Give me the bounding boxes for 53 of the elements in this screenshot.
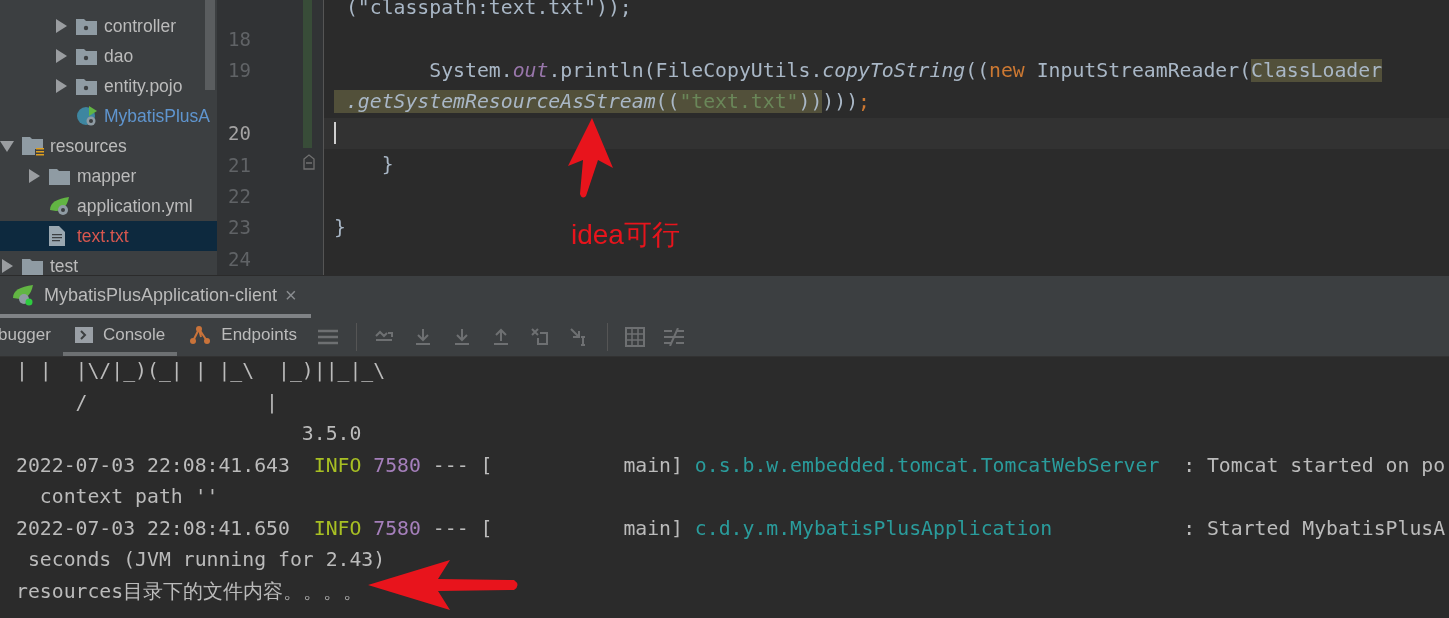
console-tab[interactable]: Endpoints <box>177 318 309 356</box>
package-folder-icon <box>76 17 97 35</box>
line-number: 20 <box>228 122 251 145</box>
console-icon <box>74 327 93 343</box>
resources-folder-icon <box>22 136 44 156</box>
tree-item[interactable]: dao <box>0 41 217 71</box>
close-button[interactable]: × <box>285 283 297 307</box>
tree-item-label: dao <box>104 45 134 67</box>
code-line: System.out.println(FileCopyUtils.copyToString((new InputStreamReader(ClassLoader <box>428 58 1383 82</box>
code-line: } <box>380 153 394 177</box>
spring-leaf-icon <box>12 284 36 306</box>
tree-item-label: test <box>50 255 79 275</box>
tree-item-label: entity.pojo <box>104 75 183 97</box>
annotation-note: idea可行 <box>571 218 680 252</box>
expanded-arrow-icon[interactable] <box>0 139 14 153</box>
console-line: 2022-07-03 22:08:41.643 INFO 7580 --- [ main] o.s.b.w.embedded.tomcat.TomcatWebServer : Tomcat started on po <box>16 453 1446 477</box>
text-file-icon <box>49 226 65 246</box>
console-line: 2022-07-03 22:08:41.650 INFO 7580 --- [ main] c.d.y.m.MybatisPlusApplication : Started MybatisPlusA <box>16 516 1446 540</box>
collapsed-arrow-icon[interactable] <box>0 259 14 273</box>
package-folder-icon <box>76 77 97 95</box>
tree-item[interactable]: test <box>0 251 217 275</box>
collapsed-arrow-icon[interactable] <box>27 169 41 183</box>
console-line: context path '' <box>38 485 219 509</box>
scrollbar-thumb[interactable] <box>205 0 215 90</box>
tree-item[interactable]: MybatisPlusA <box>0 101 217 131</box>
tree-item[interactable]: entity.pojo <box>0 71 217 101</box>
package-folder-icon <box>76 47 97 65</box>
fold-icon[interactable] <box>303 154 315 170</box>
folder-icon <box>49 167 70 185</box>
tree-item[interactable]: text.txt <box>0 221 217 251</box>
code-line: } <box>334 215 346 239</box>
tree-item-label: MybatisPlusA <box>104 105 210 127</box>
spring-leaf-icon <box>49 196 71 216</box>
tree-item[interactable]: mapper <box>0 161 217 191</box>
console-line: seconds (JVM running for 2.43) <box>26 548 386 572</box>
tree-item-label: application.yml <box>77 195 193 217</box>
tree-item-label: resources <box>50 135 127 157</box>
collapsed-arrow-icon[interactable] <box>54 79 68 93</box>
tree-item[interactable]: resources <box>0 131 217 161</box>
console-line: / | <box>74 390 278 414</box>
tree-item[interactable]: application.yml <box>0 191 217 221</box>
tree-item-label: text.txt <box>77 225 129 247</box>
tree-item-label: controller <box>104 15 176 37</box>
collapsed-arrow-icon[interactable] <box>54 19 68 33</box>
tree-item[interactable]: controller <box>0 11 217 41</box>
text-cursor <box>334 122 336 145</box>
tree-item-label: mapper <box>77 165 137 187</box>
spring-class-icon <box>76 105 98 127</box>
collapsed-arrow-icon[interactable] <box>54 49 68 63</box>
console-line: | | |\/|_)(_| | |_\ |_)||_|_\ <box>16 359 386 383</box>
endpoints-icon <box>189 325 212 345</box>
console-line: resources目录下的文件内容。。。。 <box>16 578 364 605</box>
console-line: 3.5.0 <box>300 422 362 446</box>
